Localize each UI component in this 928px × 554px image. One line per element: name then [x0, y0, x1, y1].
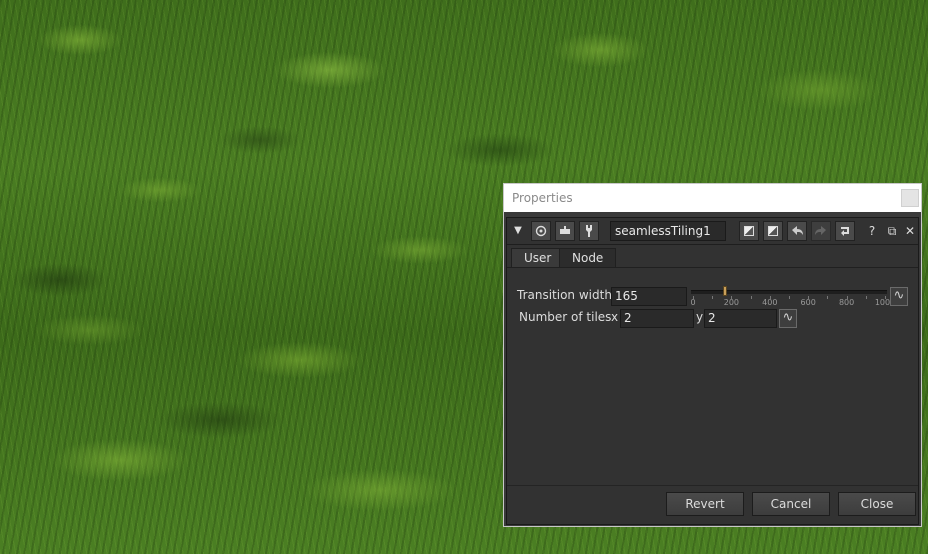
- tiles-y-label: y: [696, 310, 704, 324]
- output-color-swatch-icon[interactable]: [763, 221, 783, 241]
- transition-width-slider[interactable]: 0 200 400 600 800 1000: [690, 285, 895, 307]
- slider-thumb[interactable]: [722, 286, 727, 296]
- slider-tick: [789, 296, 790, 299]
- dialog-footer: Revert Cancel Close: [507, 485, 918, 524]
- tab-bar: User Node: [507, 245, 918, 268]
- close-button[interactable]: Close: [838, 492, 916, 516]
- properties-window: Properties ▼ seamlessTiling1 ? ⧉ ✕ User …: [503, 183, 922, 527]
- window-close-button[interactable]: [901, 189, 919, 207]
- tab-node[interactable]: Node: [559, 248, 617, 267]
- cancel-button[interactable]: Cancel: [752, 492, 830, 516]
- slider-tick-label: 800: [838, 298, 855, 307]
- node-color-icon[interactable]: [555, 221, 575, 241]
- slider-tick-label: 200: [723, 298, 740, 307]
- transition-width-animation-curve-icon[interactable]: ∿: [890, 287, 908, 306]
- user-tab-content: Transition width 165 0 200 400 600 800 1000 ∿…: [507, 268, 918, 484]
- slider-track: [691, 290, 887, 294]
- number-of-tiles-animation-curve-icon[interactable]: ∿: [779, 309, 797, 328]
- collapse-arrow-icon[interactable]: ▼: [511, 221, 525, 241]
- number-of-tiles-label: Number of tiles: [519, 310, 612, 324]
- wrench-icon[interactable]: [579, 221, 599, 241]
- viewer-icon[interactable]: [531, 221, 551, 241]
- revert-button[interactable]: Revert: [666, 492, 744, 516]
- help-icon[interactable]: ?: [865, 221, 879, 241]
- node-properties-panel: ▼ seamlessTiling1 ? ⧉ ✕ User Node Transi…: [506, 217, 919, 525]
- tiles-x-input[interactable]: 2: [620, 309, 694, 328]
- float-panel-icon[interactable]: ⧉: [885, 221, 899, 241]
- input-color-swatch-icon[interactable]: [739, 221, 759, 241]
- revert-to-default-icon[interactable]: [835, 221, 855, 241]
- node-name-field[interactable]: seamlessTiling1: [610, 221, 726, 241]
- slider-tick-label: 600: [800, 298, 816, 307]
- window-title: Properties: [512, 191, 573, 205]
- slider-tick: [827, 296, 829, 299]
- slider-tick: [750, 296, 752, 299]
- tiles-x-label: x: [611, 310, 619, 324]
- redo-icon[interactable]: [811, 221, 831, 241]
- window-titlebar[interactable]: Properties: [504, 184, 921, 212]
- slider-tick: [865, 296, 867, 299]
- tiles-y-input[interactable]: 2: [704, 309, 777, 328]
- slider-tick: [712, 296, 714, 299]
- transition-width-input[interactable]: 165: [611, 287, 687, 306]
- undo-icon[interactable]: [787, 221, 807, 241]
- tab-user[interactable]: User: [511, 248, 565, 267]
- node-toolbar: ▼ seamlessTiling1 ? ⧉ ✕: [507, 218, 918, 245]
- slider-tick-label: 400: [762, 298, 778, 307]
- close-panel-icon[interactable]: ✕: [903, 221, 917, 241]
- transition-width-label: Transition width: [517, 288, 612, 302]
- slider-tick-label: 0: [690, 298, 696, 307]
